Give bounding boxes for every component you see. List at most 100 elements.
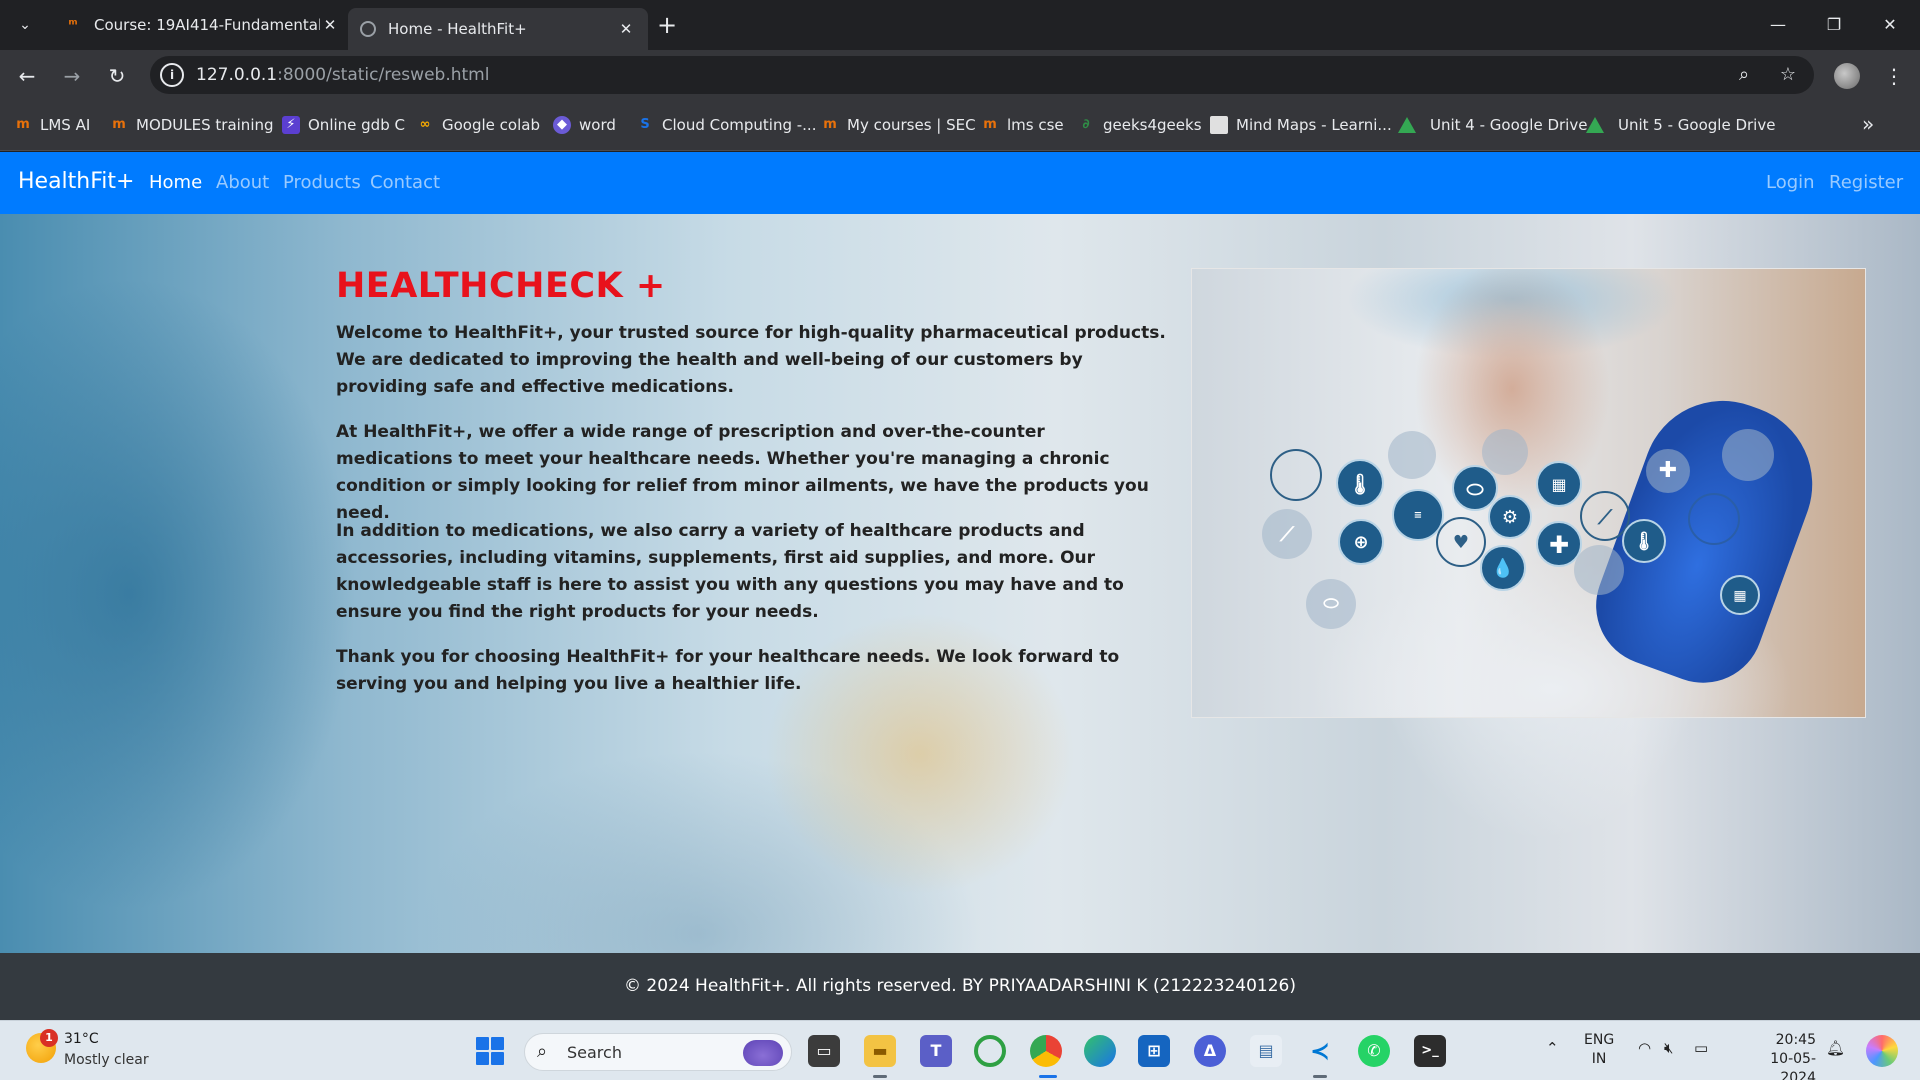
new-tab-button[interactable]: + <box>652 10 682 40</box>
bookmark-label: Online gdb C <box>308 116 405 134</box>
document-app-icon[interactable]: ▤ <box>1250 1035 1282 1067</box>
hero-paragraph: Thank you for choosing HealthFit+ for yo… <box>336 647 1120 694</box>
bookmark-label: LMS AI <box>40 116 91 134</box>
copilot-taskbar-icon[interactable] <box>1866 1035 1898 1067</box>
weather-description[interactable]: Mostly clear <box>64 1052 149 1068</box>
tab-close-icon[interactable]: ✕ <box>616 20 636 38</box>
site-footer: © 2024 HealthFit+. All rights reserved. … <box>0 953 1920 1020</box>
teams-icon[interactable]: T <box>920 1035 952 1067</box>
tab-healthfit[interactable]: Home - HealthFit+ ✕ <box>348 8 648 50</box>
more-bookmarks-chevron-icon[interactable]: » <box>1862 112 1874 136</box>
tab-close-icon[interactable]: ✕ <box>320 16 340 34</box>
windows-start-button[interactable] <box>476 1037 504 1065</box>
chrome-icon[interactable] <box>1030 1035 1062 1067</box>
windows-taskbar: 1 31°C Mostly clear ⌕ Search ▭ ▬ T ⊞ Δ ▤… <box>0 1020 1920 1080</box>
nav-register-link[interactable]: Register <box>1829 172 1903 193</box>
moodle-icon: m <box>823 117 837 132</box>
language-indicator[interactable]: ENG IN <box>1584 1031 1614 1069</box>
bookmark-label: Unit 5 - Google Drive <box>1618 116 1776 134</box>
bookmark-label: Cloud Computing -... <box>662 116 817 134</box>
bookmark-item[interactable]: ◆ word <box>553 114 616 136</box>
bookmark-item[interactable]: m LMS AI <box>14 114 90 136</box>
bookmark-item[interactable]: Mind Maps - Learni... <box>1210 114 1392 136</box>
circle-outline-icon <box>1688 493 1740 545</box>
bookmark-star-icon[interactable]: ☆ <box>1776 63 1800 87</box>
first-aid-kit-icon: ⊕ <box>1338 519 1384 565</box>
bookmarks-bar: m LMS AI m MODULES training ⚡ Online gdb C … <box>0 100 1920 151</box>
nav-login-link[interactable]: Login <box>1766 172 1815 193</box>
bookmark-label: Google colab <box>442 116 540 134</box>
url-text[interactable]: 127.0.0.1:8000/static/resweb.html <box>196 65 489 85</box>
copilot-icon: ◆ <box>553 116 571 134</box>
url-host: 127.0.0.1 <box>196 65 278 85</box>
search-placeholder: Search <box>567 1043 622 1062</box>
network-icon: ⚙ <box>1488 495 1532 539</box>
vscode-icon[interactable]: ≺ <box>1304 1035 1336 1067</box>
weather-temperature[interactable]: 31°C <box>64 1031 99 1047</box>
nav-home-link[interactable]: Home <box>149 172 202 193</box>
hero-section: HEALTHCHECK + Welcome to HealthFit+, you… <box>0 214 1920 953</box>
bookmark-item[interactable]: ⚡ Online gdb C <box>282 114 405 136</box>
taskbar-search-box[interactable]: ⌕ Search <box>524 1033 792 1071</box>
wifi-icon[interactable]: ◠ <box>1638 1039 1651 1057</box>
mindmap-icon <box>1210 116 1228 134</box>
minimize-icon[interactable]: — <box>1755 8 1801 42</box>
clock-time: 20:45 <box>1775 1032 1816 1048</box>
task-view-icon[interactable]: ▭ <box>808 1035 840 1067</box>
region-code: IN <box>1591 1051 1607 1067</box>
hospital-icon: ▦ <box>1536 461 1582 507</box>
circle-app-icon[interactable] <box>974 1035 1006 1067</box>
zoom-icon[interactable]: ⌕ <box>1732 63 1756 87</box>
restore-icon[interactable]: ❐ <box>1811 8 1857 42</box>
bookmark-item[interactable]: ∞ Google colab <box>416 114 540 136</box>
hospital-icon: ▦ <box>1720 575 1760 615</box>
bookmark-item[interactable]: Unit 4 - Google Drive <box>1398 114 1587 136</box>
volume-muted-icon[interactable]: 🔇︎ <box>1664 1039 1673 1057</box>
whatsapp-icon[interactable]: ✆ <box>1358 1035 1390 1067</box>
heartbeat-icon: ♥ <box>1436 517 1486 567</box>
profile-avatar[interactable] <box>1834 63 1860 89</box>
forward-arrow-icon[interactable]: → <box>56 60 88 92</box>
nav-about-link[interactable]: About <box>216 172 269 193</box>
bookmark-item[interactable]: Unit 5 - Google Drive <box>1586 114 1775 136</box>
window-close-icon[interactable]: ✕ <box>1867 8 1913 42</box>
language-code: ENG <box>1584 1032 1615 1048</box>
pill-icon: ⬭ <box>1306 579 1356 629</box>
bookmark-item[interactable]: m MODULES training <box>110 114 273 136</box>
nav-contact-link[interactable]: Contact <box>370 172 440 193</box>
bookmark-item[interactable]: ∂ geeks4geeks <box>1077 114 1201 136</box>
edge-icon[interactable] <box>1084 1035 1116 1067</box>
app-a-icon[interactable]: Δ <box>1194 1035 1226 1067</box>
address-bar[interactable]: i 127.0.0.1:8000/static/resweb.html ⌕ ☆ <box>150 56 1814 94</box>
bubble-icon <box>1482 429 1528 475</box>
bookmark-item[interactable]: m My courses | SEC <box>821 114 975 136</box>
bookmark-item[interactable]: m lms cse <box>981 114 1063 136</box>
globe-icon <box>360 21 376 37</box>
reload-icon[interactable]: ↻ <box>101 60 133 92</box>
medical-cross-icon: ✚ <box>1646 449 1690 493</box>
moodle-icon: ᵐ <box>68 17 78 33</box>
tab-search-chevron-icon[interactable]: ⌄ <box>12 12 38 38</box>
hero-title: HEALTHCHECK + <box>336 266 666 306</box>
web-page: HealthFit+ Home About Products Contact L… <box>0 152 1920 1020</box>
medical-records-icon: ≡ <box>1392 489 1444 541</box>
more-menu-icon[interactable]: ⋮ <box>1882 60 1906 92</box>
tab-course[interactable]: ᵐ Course: 19AI414-Fundamentals ✕ <box>52 8 352 42</box>
site-brand[interactable]: HealthFit+ <box>18 169 134 194</box>
bookmark-item[interactable]: S Cloud Computing -... <box>636 114 816 136</box>
file-explorer-icon[interactable]: ▬ <box>864 1035 896 1067</box>
show-hidden-icons-chevron-icon[interactable]: ⌃ <box>1546 1039 1559 1057</box>
terminal-icon[interactable]: >_ <box>1414 1035 1446 1067</box>
site-info-icon[interactable]: i <box>160 63 184 87</box>
tab-title: Course: 19AI414-Fundamentals <box>94 16 320 34</box>
battery-icon[interactable]: ▭ <box>1694 1039 1708 1057</box>
notification-bell-icon[interactable]: 🔔︎ <box>1826 1039 1845 1057</box>
nav-products-link[interactable]: Products <box>283 172 361 193</box>
search-icon: ⌕ <box>537 1041 548 1062</box>
back-arrow-icon[interactable]: ← <box>11 60 43 92</box>
circle-outline-icon <box>1270 449 1322 501</box>
thermometer-icon: 🌡 <box>1336 459 1384 507</box>
store-icon[interactable]: ⊞ <box>1138 1035 1170 1067</box>
system-clock[interactable]: 20:45 10-05-2024 <box>1736 1031 1816 1080</box>
colab-icon: ∞ <box>419 117 431 132</box>
